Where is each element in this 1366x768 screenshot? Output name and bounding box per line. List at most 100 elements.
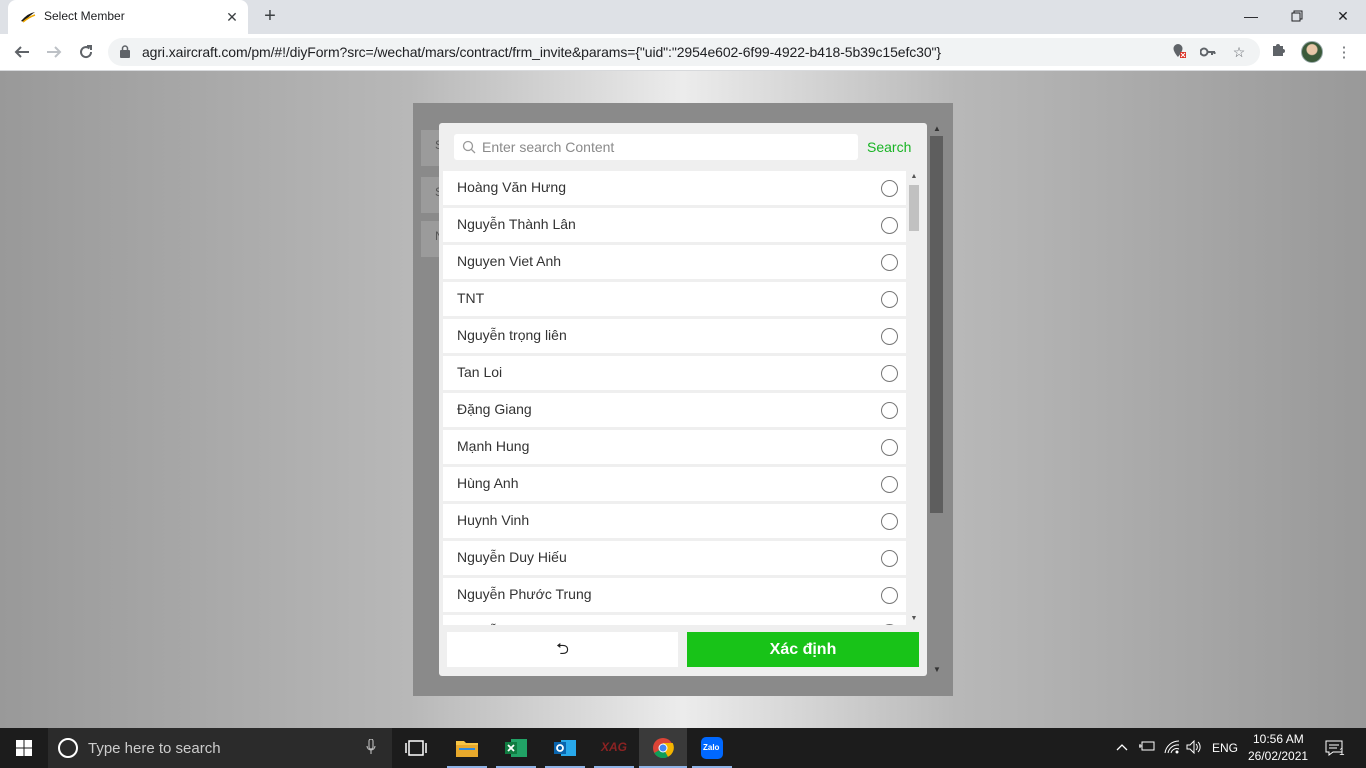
tab-title: Select Member [44, 9, 125, 23]
start-button[interactable] [0, 728, 48, 768]
member-name: Nguyễn Thanh Tâm - I1780 [457, 623, 628, 625]
xag-app-label: XAG [601, 740, 628, 754]
back-arrow-icon[interactable] [8, 39, 36, 65]
search-icon [462, 140, 476, 154]
list-scrollbar-thumb[interactable] [909, 185, 919, 231]
member-list-item[interactable]: Mạnh Hung [443, 430, 906, 464]
member-radio-button[interactable] [881, 402, 898, 419]
member-name: Hoàng Văn Hưng [457, 179, 566, 195]
battery-plug-icon[interactable] [1138, 740, 1156, 756]
location-blocked-icon[interactable] [1170, 43, 1188, 61]
close-window-icon[interactable]: ✕ [1320, 4, 1366, 28]
browser-tab[interactable]: Select Member ✕ [8, 0, 248, 34]
back-button[interactable]: ⮌ [447, 632, 678, 667]
profile-avatar[interactable] [1301, 41, 1323, 63]
member-radio-button[interactable] [881, 587, 898, 604]
member-radio-button[interactable] [881, 254, 898, 271]
member-list-item[interactable]: Nguyen Viet Anh [443, 245, 906, 279]
xag-favicon-icon [21, 12, 36, 23]
member-name: Huynh Vinh [457, 512, 530, 528]
minimize-icon[interactable]: — [1228, 4, 1274, 28]
zalo-app-label: Zalo [703, 743, 720, 752]
file-explorer-icon[interactable] [443, 728, 491, 768]
member-list-item[interactable]: Hùng Anh [443, 467, 906, 501]
windows-taskbar: Type here to search XAG Zalo ENG 10:56 A… [0, 728, 1366, 768]
xag-app-icon[interactable]: XAG [590, 728, 638, 768]
member-radio-button[interactable] [881, 624, 898, 625]
restore-icon[interactable] [1274, 4, 1320, 28]
member-list-item[interactable]: Huynh Vinh [443, 504, 906, 538]
member-radio-button[interactable] [881, 476, 898, 493]
page-backdrop: S S N ▲ ▼ Search Hoàng Văn HưngNguyễn Th… [0, 71, 1366, 728]
member-name: Nguyễn Duy Hiếu [457, 549, 567, 565]
member-list-item[interactable]: Nguyễn Phước Trung [443, 578, 906, 612]
member-name: TNT [457, 290, 485, 306]
page-scrollbar-thumb[interactable] [930, 136, 943, 513]
member-name: Tan Loi [457, 364, 503, 380]
confirm-button[interactable]: Xác định [687, 632, 919, 667]
page-scroll-up-arrow-icon[interactable]: ▲ [932, 124, 942, 134]
member-radio-button[interactable] [881, 439, 898, 456]
extensions-puzzle-icon[interactable] [1267, 41, 1291, 65]
member-name: Nguyễn Phước Trung [457, 586, 592, 602]
search-button[interactable]: Search [867, 139, 911, 155]
new-tab-icon[interactable]: + [258, 6, 282, 28]
member-list-item[interactable]: Đặng Giang [443, 393, 906, 427]
member-name: Nguyễn trọng liên [457, 327, 567, 343]
volume-icon[interactable] [1185, 739, 1203, 756]
member-name: Nguyễn Thành Lân [457, 216, 576, 232]
clock-date[interactable]: 26/02/2021 [1248, 749, 1308, 763]
clock-time[interactable]: 10:56 AM [1253, 732, 1304, 746]
member-name: Hùng Anh [457, 475, 519, 491]
input-language-indicator[interactable]: ENG [1212, 741, 1238, 755]
member-radio-button[interactable] [881, 291, 898, 308]
member-list-item[interactable]: Nguyễn Duy Hiếu [443, 541, 906, 575]
key-icon[interactable] [1199, 43, 1217, 61]
select-member-dialog: Search Hoàng Văn Hưng Nguyễn Thành Lân Ngu… [439, 123, 927, 676]
excel-icon[interactable] [492, 728, 540, 768]
member-radio-button[interactable] [881, 550, 898, 567]
show-hidden-icons-chevron-up-icon[interactable] [1115, 740, 1129, 756]
page-scroll-down-arrow-icon[interactable]: ▼ [932, 665, 942, 675]
zalo-icon[interactable]: Zalo [688, 728, 736, 768]
tab-close-icon[interactable]: ✕ [224, 9, 240, 25]
member-list-item[interactable]: Nguyễn trọng liên [443, 319, 906, 353]
member-radio-button[interactable] [881, 217, 898, 234]
notification-count-badge: 1 [1339, 747, 1345, 758]
chrome-menu-icon[interactable]: ⋮ [1332, 41, 1356, 65]
member-name: Mạnh Hung [457, 438, 530, 454]
member-radio-button[interactable] [881, 513, 898, 530]
windows-logo-icon [16, 740, 32, 756]
task-view-icon[interactable] [392, 728, 440, 768]
wifi-icon[interactable] [1163, 740, 1181, 756]
member-radio-button[interactable] [881, 180, 898, 197]
member-list-item[interactable]: Hoàng Văn Hưng [443, 171, 906, 205]
outlook-icon[interactable] [541, 728, 589, 768]
search-box[interactable] [454, 134, 858, 160]
browser-toolbar: agri.xaircraft.com/pm/#!/diyForm?src=/we… [0, 34, 1366, 71]
member-name: Nguyen Viet Anh [457, 253, 562, 269]
url-text[interactable]: agri.xaircraft.com/pm/#!/diyForm?src=/we… [142, 44, 941, 60]
reload-icon[interactable] [72, 39, 100, 65]
member-list-item[interactable]: Nguyễn Thanh Tâm - I1780 [443, 615, 906, 625]
cortana-icon [58, 738, 78, 758]
member-list-item[interactable]: Nguyễn Thành Lân [443, 208, 906, 242]
list-scroll-down-arrow-icon[interactable]: ▼ [910, 615, 918, 623]
member-list-item[interactable]: Tan Loi [443, 356, 906, 390]
search-input[interactable] [482, 134, 852, 160]
member-list[interactable]: Hoàng Văn Hưng Nguyễn Thành Lân Nguyen Vie… [443, 171, 906, 625]
bookmark-star-icon[interactable]: ☆ [1230, 43, 1248, 61]
member-list-scrollbar[interactable]: ▲ ▼ [907, 171, 921, 625]
microphone-icon[interactable] [364, 738, 378, 757]
dialog-footer: ⮌ Xác định [439, 632, 927, 676]
taskbar-search-box[interactable]: Type here to search [48, 728, 392, 768]
list-scroll-up-arrow-icon[interactable]: ▲ [910, 173, 918, 181]
chrome-icon[interactable] [639, 728, 687, 768]
member-list-item[interactable]: TNT [443, 282, 906, 316]
undo-arrow-icon: ⮌ [556, 641, 569, 658]
lock-icon[interactable] [120, 45, 130, 58]
member-radio-button[interactable] [881, 365, 898, 382]
member-radio-button[interactable] [881, 328, 898, 345]
forward-arrow-icon[interactable] [40, 39, 68, 65]
address-bar[interactable]: agri.xaircraft.com/pm/#!/diyForm?src=/we… [108, 38, 1260, 66]
